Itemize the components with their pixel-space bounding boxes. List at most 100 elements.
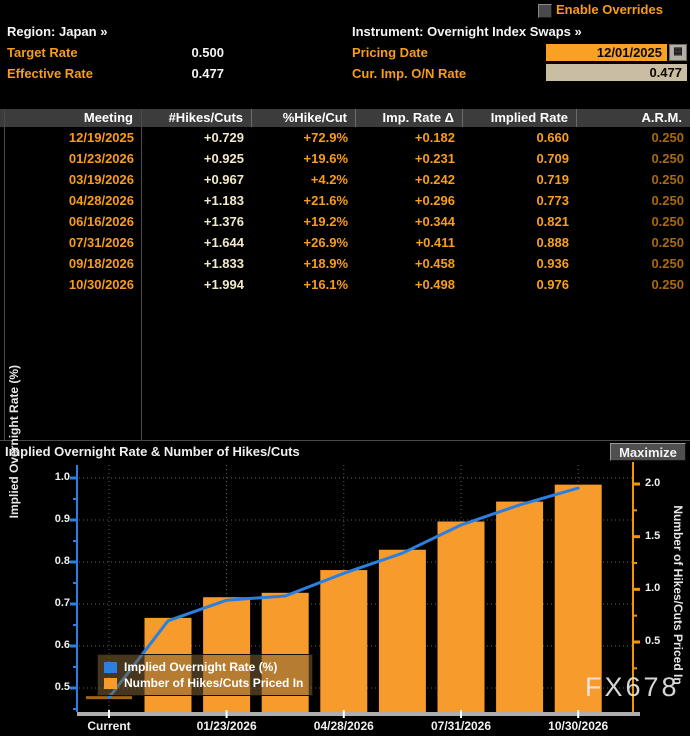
region-value: Japan » xyxy=(59,24,107,39)
enable-overrides-label[interactable]: Enable Overrides xyxy=(556,2,663,17)
left-axis-tick-label: 1.0 xyxy=(38,471,70,483)
region-label: Region: xyxy=(7,24,55,39)
table-row[interactable]: 01/23/2026+0.925+19.6%+0.2310.7090.250 xyxy=(0,148,690,169)
table-cell: 0.821 xyxy=(463,211,577,232)
table-row[interactable]: 06/16/2026+1.376+19.2%+0.3440.8210.250 xyxy=(0,211,690,232)
x-axis-tick xyxy=(108,710,110,718)
table-cell: +19.6% xyxy=(252,148,356,169)
table-cell: 0.936 xyxy=(463,253,577,274)
table-cell: +0.296 xyxy=(356,190,463,211)
column-header[interactable]: A.R.M. xyxy=(577,109,690,127)
x-axis-line xyxy=(77,712,640,716)
column-header[interactable]: %Hike/Cut xyxy=(252,109,356,127)
watermark: FX678 xyxy=(585,672,680,703)
column-header[interactable]: #Hikes/Cuts xyxy=(142,109,252,127)
table-cell: 07/31/2026 xyxy=(0,232,142,253)
table-cell: 0.719 xyxy=(463,169,577,190)
column-header[interactable]: Implied Rate xyxy=(463,109,577,127)
table-cell: +0.411 xyxy=(356,232,463,253)
table-cell: +0.458 xyxy=(356,253,463,274)
table-cell: +1.994 xyxy=(142,274,252,295)
table-cell: 0.250 xyxy=(577,274,690,295)
table-row[interactable]: 12/19/2025+0.729+72.9%+0.1820.6600.250 xyxy=(0,127,690,148)
table-row[interactable]: 07/31/2026+1.644+26.9%+0.4110.8880.250 xyxy=(0,232,690,253)
table-cell: +0.967 xyxy=(142,169,252,190)
table-cell: 01/23/2026 xyxy=(0,148,142,169)
x-axis-tick xyxy=(460,710,462,718)
left-axis-title: Implied Overnight Rate (%) xyxy=(7,365,21,518)
table-cell: 0.250 xyxy=(577,127,690,148)
table-cell: +0.925 xyxy=(142,148,252,169)
left-axis-tick-label: 0.8 xyxy=(38,555,70,567)
table-cell: +16.1% xyxy=(252,274,356,295)
right-axis-tick-label: 2.0 xyxy=(645,477,677,489)
table-row[interactable]: 03/19/2026+0.967+4.2%+0.2420.7190.250 xyxy=(0,169,690,190)
legend-item-line: Implied Overnight Rate (%) xyxy=(104,659,306,675)
target-rate-value: 0.500 xyxy=(178,45,224,60)
table-cell: +0.498 xyxy=(356,274,463,295)
column-header[interactable]: Meeting xyxy=(0,109,142,127)
bar-series-swatch xyxy=(104,678,117,689)
table-cell: +0.242 xyxy=(356,169,463,190)
x-axis-tick-label: 04/28/2026 xyxy=(299,719,389,733)
hikes-bar xyxy=(438,521,485,712)
enable-overrides-checkbox[interactable] xyxy=(538,4,552,18)
cur-imp-rate-field[interactable]: 0.477 xyxy=(546,64,687,81)
table-left-border xyxy=(4,109,5,440)
table-cell: 0.250 xyxy=(577,190,690,211)
pricing-date-input[interactable]: 12/01/2025 xyxy=(546,44,667,61)
x-axis-tick xyxy=(343,710,345,718)
target-rate-label: Target Rate xyxy=(7,45,78,60)
left-axis-tick-label: 0.5 xyxy=(38,681,70,693)
chart-title: Implied Overnight Rate & Number of Hikes… xyxy=(5,444,300,459)
table-cell: 0.888 xyxy=(463,232,577,253)
legend-bar-label: Number of Hikes/Cuts Priced In xyxy=(124,676,303,690)
calendar-icon[interactable]: ▦ xyxy=(669,44,687,61)
table-cell: +0.344 xyxy=(356,211,463,232)
table-cell: +18.9% xyxy=(252,253,356,274)
instrument-selector[interactable]: Instrument: Overnight Index Swaps » xyxy=(352,24,582,39)
table-cell: 09/18/2026 xyxy=(0,253,142,274)
table-cell: +0.231 xyxy=(356,148,463,169)
table-cell: 12/19/2025 xyxy=(0,127,142,148)
table-cell: +1.183 xyxy=(142,190,252,211)
region-selector[interactable]: Region: Japan » xyxy=(7,24,107,39)
table-row[interactable]: 10/30/2026+1.994+16.1%+0.4980.9760.250 xyxy=(0,274,690,295)
table-cell: 0.773 xyxy=(463,190,577,211)
effective-rate-label: Effective Rate xyxy=(7,66,93,81)
table-cell: 0.250 xyxy=(577,211,690,232)
table-cell: +72.9% xyxy=(252,127,356,148)
hikes-bar xyxy=(496,502,543,712)
table-cell: 0.250 xyxy=(577,253,690,274)
left-axis-tick-label: 0.9 xyxy=(38,513,70,525)
table-cell: +19.2% xyxy=(252,211,356,232)
table-header-row: Meeting#Hikes/Cuts%Hike/CutImp. Rate ΔIm… xyxy=(0,109,690,127)
line-series-swatch xyxy=(104,662,117,673)
chart-legend: Implied Overnight Rate (%) Number of Hik… xyxy=(97,654,313,696)
table-row[interactable]: 09/18/2026+1.833+18.9%+0.4580.9360.250 xyxy=(0,253,690,274)
meetings-table: Meeting#Hikes/Cuts%Hike/CutImp. Rate ΔIm… xyxy=(0,109,690,295)
table-cell: 06/16/2026 xyxy=(0,211,142,232)
x-axis-tick xyxy=(577,710,579,718)
column-header[interactable]: Imp. Rate Δ xyxy=(356,109,463,127)
left-axis-tick-label: 0.7 xyxy=(38,597,70,609)
x-axis-tick-label: 10/30/2026 xyxy=(533,719,623,733)
table-cell: 0.976 xyxy=(463,274,577,295)
table-cell: 0.660 xyxy=(463,127,577,148)
table-row[interactable]: 04/28/2026+1.183+21.6%+0.2960.7730.250 xyxy=(0,190,690,211)
table-cell: 0.250 xyxy=(577,148,690,169)
legend-line-label: Implied Overnight Rate (%) xyxy=(124,660,277,674)
wirp-screen: Enable Overrides Region: Japan » Instrum… xyxy=(0,0,690,736)
x-axis-tick xyxy=(226,710,228,718)
right-axis-title: Number of Hikes/Cuts Priced In xyxy=(671,505,685,684)
table-column-separator xyxy=(141,109,142,440)
section-divider xyxy=(0,440,690,441)
table-cell: +26.9% xyxy=(252,232,356,253)
table-cell: 04/28/2026 xyxy=(0,190,142,211)
maximize-button[interactable]: Maximize xyxy=(610,443,686,461)
table-cell: 0.250 xyxy=(577,169,690,190)
table-cell: 0.250 xyxy=(577,232,690,253)
pricing-date-label: Pricing Date xyxy=(352,45,428,60)
x-axis-tick-label: 01/23/2026 xyxy=(182,719,272,733)
instrument-value: Overnight Index Swaps » xyxy=(427,24,582,39)
